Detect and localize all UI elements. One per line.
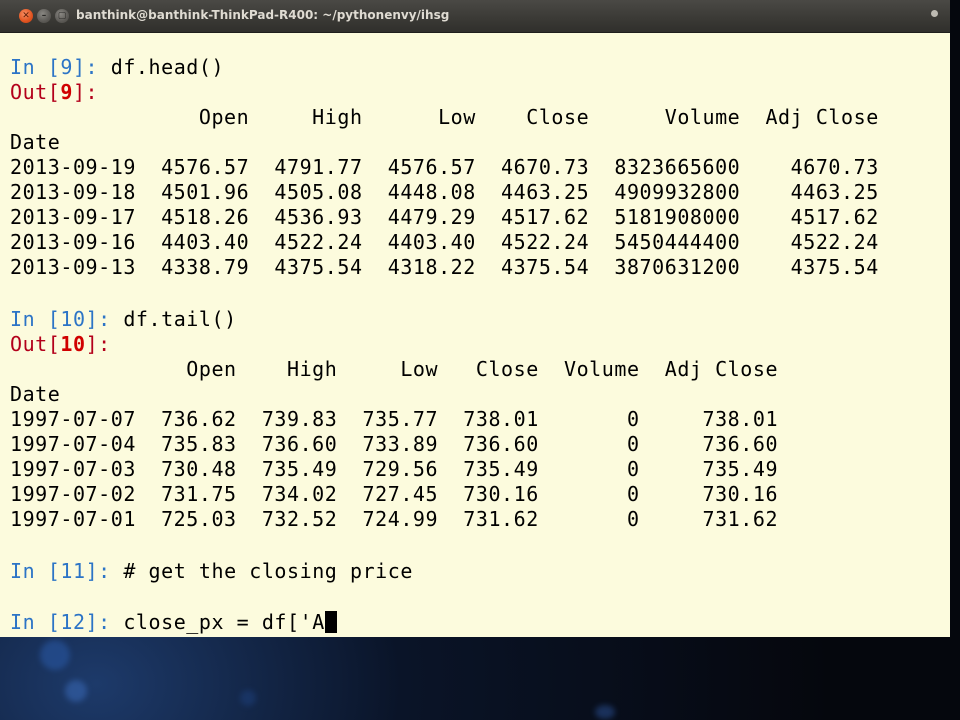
table-row: 1997-07-07 736.62 739.83 735.77 738.01 0… [10, 407, 779, 431]
window-title: banthink@banthink-ThinkPad-R400: ~/pytho… [76, 8, 450, 22]
output-prompt-10: Out[10]: [10, 332, 111, 356]
output-prompt-9: Out[9]: [10, 80, 99, 104]
table-row: 1997-07-01 725.03 732.52 724.99 731.62 0… [10, 507, 779, 531]
input-prompt: In [11]: [10, 559, 124, 583]
table-row: 2013-09-13 4338.79 4375.54 4318.22 4375.… [10, 255, 879, 279]
input-code[interactable]: close_px = df['A [123, 610, 324, 634]
table-index-label: Date [10, 382, 61, 406]
table-row: 2013-09-18 4501.96 4505.08 4448.08 4463.… [10, 180, 879, 204]
minimize-icon: – [41, 10, 47, 21]
table-index-label: Date [10, 130, 61, 154]
menu-dot-icon[interactable] [931, 10, 938, 17]
table-row: 2013-09-17 4518.26 4536.93 4479.29 4517.… [10, 205, 879, 229]
input-line-11: In [11]: # get the closing price [10, 559, 413, 584]
input-line-10: In [10]: df.tail() [10, 307, 237, 332]
table-row: 2013-09-16 4403.40 4522.24 4403.40 4522.… [10, 230, 879, 254]
close-icon: ✕ [22, 10, 30, 21]
input-code: df.tail() [123, 307, 237, 331]
terminal-window: ✕ – ▢ banthink@banthink-ThinkPad-R400: ~… [0, 0, 950, 637]
background-light [40, 640, 70, 670]
terminal-content[interactable]: In [9]: df.head() Out[9]: Open High Low … [0, 33, 950, 637]
input-code: df.head() [110, 55, 225, 79]
table-row: 1997-07-04 735.83 736.60 733.89 736.60 0… [10, 432, 779, 456]
table-row: 1997-07-02 731.75 734.02 727.45 730.16 0… [10, 482, 779, 506]
background-light [240, 690, 256, 706]
background-light [595, 705, 615, 719]
window-controls: ✕ – ▢ [19, 9, 69, 23]
minimize-button[interactable]: – [37, 9, 51, 23]
text-cursor [324, 611, 337, 633]
background-light [65, 680, 87, 702]
table-row: 2013-09-19 4576.57 4791.77 4576.57 4670.… [10, 155, 879, 179]
input-line-9: In [9]: df.head() [10, 55, 224, 80]
maximize-icon: ▢ [57, 10, 67, 21]
title-bar[interactable]: ✕ – ▢ banthink@banthink-ThinkPad-R400: ~… [0, 0, 950, 33]
table-header: Open High Low Close Volume Adj Close [10, 105, 879, 129]
input-line-12[interactable]: In [12]: close_px = df['A [10, 610, 337, 635]
input-prompt: In [9]: [10, 55, 111, 79]
maximize-button[interactable]: ▢ [55, 9, 69, 23]
close-button[interactable]: ✕ [19, 9, 33, 23]
table-row: 1997-07-03 730.48 735.49 729.56 735.49 0… [10, 457, 779, 481]
table-header: Open High Low Close Volume Adj Close [10, 357, 779, 381]
input-prompt: In [10]: [10, 307, 124, 331]
input-prompt: In [12]: [10, 610, 124, 634]
input-code: # get the closing price [123, 559, 413, 583]
